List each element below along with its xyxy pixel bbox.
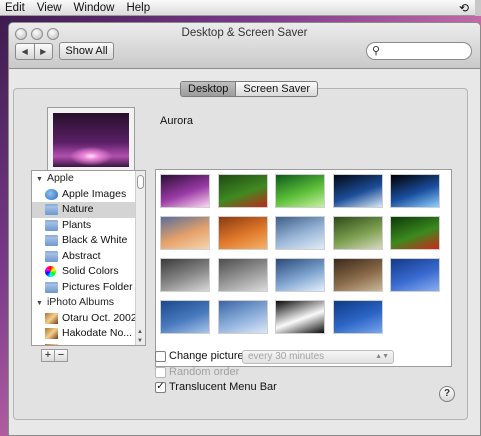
- picture-source-list: ▼ Apple Apple Images Nature Plants Black …: [31, 170, 146, 346]
- source-item-plants[interactable]: Plants: [32, 218, 145, 234]
- source-item-nature[interactable]: Nature: [32, 202, 145, 218]
- window-titlebar: Desktop & Screen Saver ◀ ▶ Show All ⚲: [9, 23, 480, 69]
- tab-screen-saver[interactable]: Screen Saver: [236, 82, 317, 96]
- forward-button[interactable]: ▶: [35, 44, 53, 59]
- change-picture-checkbox[interactable]: [155, 351, 166, 362]
- translucent-menu-bar-label: Translucent Menu Bar: [169, 381, 277, 393]
- menu-bar: Edit View Window Help ⟲: [0, 0, 481, 16]
- search-input[interactable]: ⚲: [366, 42, 472, 60]
- thumbnail-water-ripples[interactable]: [332, 300, 383, 334]
- tab-desktop[interactable]: Desktop: [181, 82, 237, 96]
- source-item-album-partial[interactable]: [32, 342, 145, 345]
- source-item-label: Otaru Oct. 2002: [62, 311, 137, 324]
- translucent-menu-bar-checkbox[interactable]: ✓: [155, 382, 166, 393]
- menu-help[interactable]: Help: [120, 2, 156, 14]
- thumbnail-river-stones[interactable]: [332, 258, 383, 292]
- popup-arrows-icon: ▲▼: [375, 353, 389, 360]
- color-wheel-icon: [45, 266, 56, 277]
- thumbnail-grey-pebbles[interactable]: [217, 258, 268, 292]
- menubar-edge: [475, 0, 481, 16]
- thumbnail-foggy-lake[interactable]: [160, 258, 210, 292]
- scroll-thumb[interactable]: [137, 175, 144, 189]
- source-item-label: Nature: [62, 203, 94, 215]
- show-all-button[interactable]: Show All: [59, 42, 114, 60]
- source-item-label: Abstract: [62, 249, 101, 262]
- search-icon: ⚲: [372, 45, 381, 57]
- source-item-label: Black & White: [62, 234, 128, 246]
- thumbnail-blue-ice[interactable]: [275, 258, 325, 292]
- folder-icon: [45, 250, 58, 262]
- disclosure-triangle-icon[interactable]: ▼: [36, 176, 43, 183]
- thumbnail-zebra[interactable]: [275, 300, 325, 334]
- thumbnail-earth[interactable]: [332, 174, 383, 208]
- menu-edit[interactable]: Edit: [0, 2, 31, 14]
- change-picture-label: Change picture:: [169, 350, 247, 362]
- source-item-pictures-folder[interactable]: Pictures Folder: [32, 280, 145, 296]
- thumbnail-blue-water[interactable]: [390, 258, 440, 292]
- disclosure-triangle-icon[interactable]: ▼: [36, 300, 43, 307]
- apple-icon: [45, 188, 58, 200]
- thumbnail-ladybugs-leaf[interactable]: [217, 174, 268, 208]
- source-item-apple-images[interactable]: Apple Images: [32, 187, 145, 203]
- help-button[interactable]: ?: [439, 386, 455, 402]
- preferences-window: Desktop & Screen Saver ◀ ▶ Show All ⚲ De…: [8, 22, 481, 436]
- group-apple[interactable]: ▼ Apple: [32, 171, 145, 187]
- thumbnail-green-drop[interactable]: [275, 174, 325, 208]
- source-item-label: Pictures Folder: [62, 280, 133, 293]
- group-label: iPhoto Albums: [46, 296, 115, 308]
- group-label: Apple: [46, 172, 74, 184]
- interval-select[interactable]: every 30 minutes ▲▼: [242, 350, 394, 364]
- random-order-label: Random order: [169, 366, 240, 378]
- current-picture-well[interactable]: [47, 107, 135, 173]
- source-item-label: Hakodate No...: [62, 327, 133, 339]
- thumbnail-earth-horizon[interactable]: [390, 174, 440, 208]
- folder-icon: [45, 235, 58, 246]
- back-button[interactable]: ◀: [16, 44, 35, 59]
- tab-control: Desktop Screen Saver: [180, 81, 319, 97]
- folder-icon: [45, 204, 58, 215]
- source-item-hakodate[interactable]: Hakodate No...: [32, 326, 145, 342]
- source-item-otaru[interactable]: Otaru Oct. 2002: [32, 311, 145, 327]
- remove-folder-button[interactable]: −: [54, 349, 68, 362]
- photo-album-icon: [45, 312, 58, 324]
- thumbnail-sunset-sky[interactable]: [160, 216, 210, 250]
- menu-window[interactable]: Window: [68, 2, 121, 14]
- folder-icon: [45, 219, 58, 231]
- group-iphoto-albums[interactable]: ▼ iPhoto Albums: [32, 295, 145, 311]
- thumbnail-blue-waves[interactable]: [275, 216, 325, 250]
- source-item-black-white[interactable]: Black & White: [32, 233, 145, 249]
- picture-grid: [155, 169, 452, 367]
- source-item-label: Apple Images: [62, 187, 127, 200]
- time-machine-icon[interactable]: ⟲: [459, 1, 469, 15]
- interval-value: every 30 minutes: [248, 351, 325, 362]
- photo-album-icon: [45, 328, 58, 339]
- folder-icon: [45, 281, 58, 293]
- thumbnail-zen-garden[interactable]: [332, 216, 383, 250]
- menu-view[interactable]: View: [31, 2, 68, 14]
- photo-album-icon: [45, 343, 58, 345]
- scroll-up-arrow-icon[interactable]: ▲: [137, 329, 143, 335]
- source-item-solid-colors[interactable]: Solid Colors: [32, 264, 145, 280]
- nav-buttons: ◀ ▶: [15, 43, 53, 60]
- source-item-abstract[interactable]: Abstract: [32, 249, 145, 265]
- source-list-scrollbar[interactable]: ▲ ▼: [135, 171, 145, 345]
- random-order-checkbox[interactable]: [155, 367, 166, 378]
- source-item-label: Solid Colors: [62, 265, 119, 277]
- current-picture-name: Aurora: [160, 115, 194, 127]
- current-picture-preview: [53, 113, 129, 167]
- thumbnail-misty-blue[interactable]: [217, 300, 268, 334]
- thumbnail-calm-ocean[interactable]: [160, 300, 210, 334]
- window-title: Desktop & Screen Saver: [181, 27, 308, 39]
- scroll-down-arrow-icon[interactable]: ▼: [137, 338, 143, 344]
- thumbnail-ladybug-grass[interactable]: [390, 216, 440, 250]
- source-item-label: Plants: [62, 218, 92, 231]
- add-folder-button[interactable]: +: [41, 349, 55, 362]
- thumbnail-aurora[interactable]: [160, 174, 210, 208]
- thumbnail-orange-dunes[interactable]: [217, 216, 268, 250]
